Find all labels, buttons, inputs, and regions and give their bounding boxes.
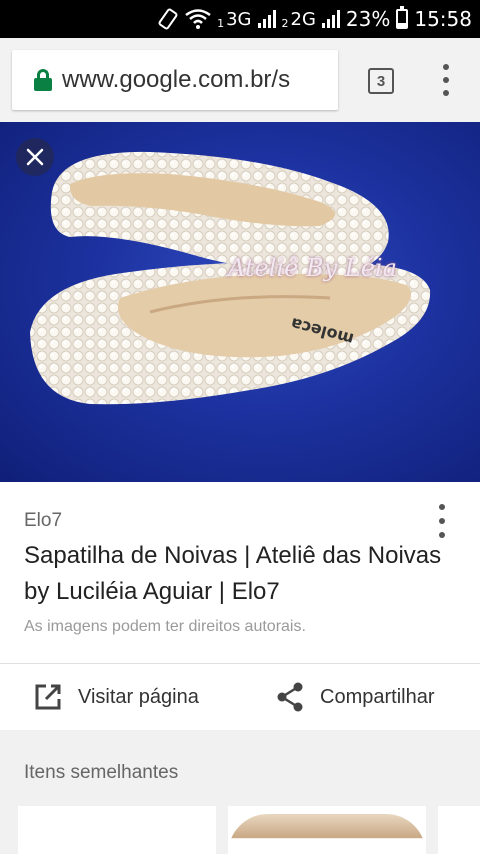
image-watermark: Ateliê By Léia bbox=[228, 254, 397, 282]
share-label: Compartilhar bbox=[320, 685, 435, 708]
screen-rotation-icon bbox=[157, 8, 179, 30]
browser-toolbar: www.google.com.br/s 3 bbox=[0, 38, 480, 122]
lock-icon bbox=[34, 69, 52, 91]
similar-items-section: Itens semelhantes bbox=[0, 730, 480, 866]
close-button[interactable] bbox=[16, 138, 54, 176]
close-icon bbox=[26, 148, 44, 166]
wifi-icon bbox=[185, 9, 211, 29]
visit-page-label: Visitar página bbox=[78, 685, 199, 708]
similar-item-thumbnail[interactable] bbox=[228, 806, 426, 866]
copyright-notice: As imagens podem ter direitos autorais. bbox=[24, 618, 306, 635]
status-bar: 1 3G 2 2G 23% 15:58 bbox=[0, 0, 480, 38]
result-more-menu-button[interactable] bbox=[436, 504, 448, 538]
result-title[interactable]: Sapatilha de Noivas | Ateliê das Noivas … bbox=[24, 538, 444, 610]
share-button[interactable]: Compartilhar bbox=[276, 664, 434, 730]
sim2-network: 2 2G bbox=[281, 8, 316, 30]
tab-switcher-button[interactable]: 3 bbox=[368, 68, 394, 94]
shoes-image bbox=[30, 151, 431, 405]
share-icon bbox=[277, 682, 303, 712]
result-image: Ateliê By Léia moleca bbox=[0, 122, 480, 482]
signal-icon bbox=[257, 10, 276, 28]
similar-item-thumbnail[interactable] bbox=[438, 806, 480, 866]
result-actions: Visitar página Compartilhar bbox=[0, 664, 480, 730]
visit-page-button[interactable]: Visitar página bbox=[34, 664, 199, 730]
url-text: www.google.com.br/s bbox=[62, 66, 291, 93]
result-info: Elo7 Sapatilha de Noivas | Ateliê das No… bbox=[0, 482, 480, 662]
battery-percent: 23% bbox=[345, 7, 391, 31]
battery-icon bbox=[396, 6, 409, 29]
similar-item-thumbnail[interactable] bbox=[18, 806, 216, 866]
similar-items-title: Itens semelhantes bbox=[24, 762, 179, 783]
browser-menu-button[interactable] bbox=[438, 64, 454, 96]
sim1-network: 1 3G bbox=[217, 8, 252, 30]
result-source[interactable]: Elo7 bbox=[24, 510, 62, 532]
signal-icon bbox=[321, 10, 340, 28]
clock: 15:58 bbox=[414, 7, 472, 31]
open-external-icon bbox=[35, 684, 61, 710]
address-bar[interactable]: www.google.com.br/s bbox=[12, 50, 338, 110]
